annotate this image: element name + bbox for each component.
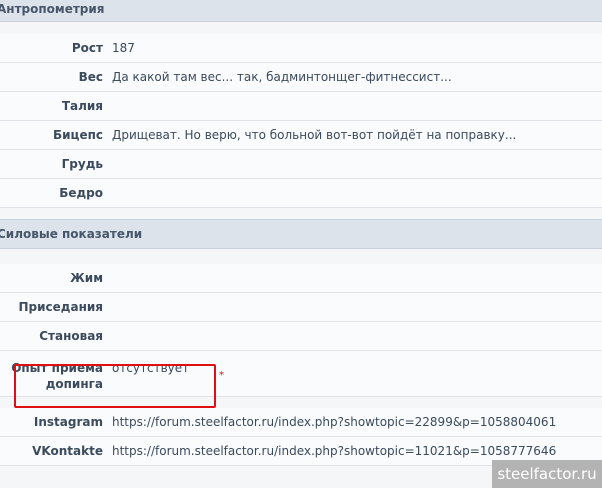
field-row-height: Рост 187 <box>0 34 602 63</box>
field-row-thigh: Бедро <box>0 179 602 208</box>
field-value: Да какой там вес... так, бадминтонщег-фи… <box>112 70 452 84</box>
field-value: Дрищеват. Но верю, что больной вот-вот п… <box>112 128 517 142</box>
annotation-marker: * <box>219 370 224 381</box>
field-label: Рост <box>71 41 103 55</box>
field-row-instagram: Instagram https://forum.steelfactor.ru/i… <box>0 408 602 437</box>
field-row-weight: Вес Да какой там вес... так, бадминтонще… <box>0 63 602 92</box>
field-label: Instagram <box>33 415 103 429</box>
field-row-squat: Приседания <box>0 293 602 322</box>
annotation-highlight-box <box>14 364 216 408</box>
field-label: Талия <box>61 99 103 113</box>
instagram-link[interactable]: https://forum.steelfactor.ru/index.php?s… <box>112 415 556 429</box>
watermark: steelfactor.ru <box>492 460 602 488</box>
section-header-strength: Силовые показатели <box>0 219 602 249</box>
field-label: Жим <box>70 271 103 285</box>
field-row-biceps: Бицепс Дрищеват. Но верю, что больной во… <box>0 121 602 150</box>
field-row-chest: Грудь <box>0 150 602 179</box>
section-title: Силовые показатели <box>0 227 143 241</box>
field-label: Вес <box>78 70 103 84</box>
field-label: Бедро <box>59 186 103 200</box>
field-label: VKontakte <box>32 444 103 458</box>
section-header-anthropometry: Антропометрия <box>0 0 602 22</box>
field-value: 187 <box>112 41 135 55</box>
field-label: Становая <box>39 329 103 343</box>
field-row-waist: Талия <box>0 92 602 121</box>
field-row-bench: Жим <box>0 264 602 293</box>
vkontakte-link[interactable]: https://forum.steelfactor.ru/index.php?s… <box>112 444 556 458</box>
field-label: Грудь <box>61 157 103 171</box>
field-label: Бицепс <box>53 128 103 142</box>
field-label: Приседания <box>18 300 104 314</box>
field-row-deadlift: Становая <box>0 322 602 351</box>
section-title: Антропометрия <box>0 2 105 16</box>
